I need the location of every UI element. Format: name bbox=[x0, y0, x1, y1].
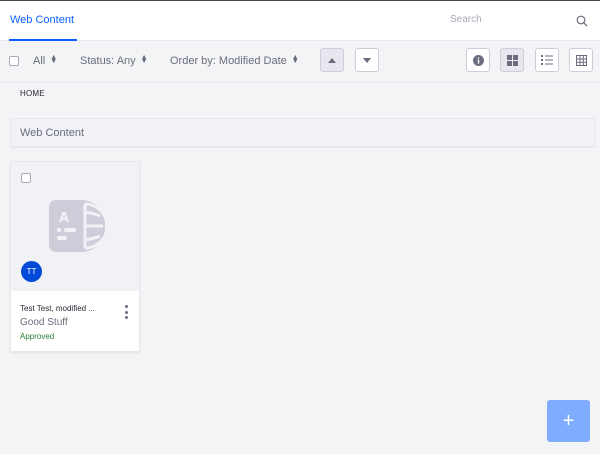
web-content-icon: A bbox=[49, 200, 105, 252]
sort-caret-icon: ▲ ▼ bbox=[50, 54, 58, 65]
select-all-dropdown[interactable]: All ▲ ▼ bbox=[33, 54, 58, 67]
avatar: TT bbox=[21, 261, 42, 282]
status-filter-dropdown[interactable]: Status: Any ▲ ▼ bbox=[80, 54, 148, 67]
caret-down-icon bbox=[363, 57, 371, 63]
web-content-card[interactable]: A TT Test Test, modified ... Good Stuff … bbox=[10, 161, 140, 352]
status-filter-label: Status: Any bbox=[80, 55, 136, 67]
info-button[interactable] bbox=[466, 48, 490, 72]
caret-up-icon bbox=[328, 57, 336, 63]
select-all-checkbox[interactable] bbox=[9, 56, 19, 66]
add-button[interactable]: + bbox=[547, 400, 590, 442]
cards-view-icon bbox=[506, 54, 518, 66]
card-image: A TT bbox=[11, 162, 139, 291]
order-by-label: Order by: Modified Date bbox=[170, 55, 287, 67]
card-checkbox[interactable] bbox=[21, 173, 31, 183]
kebab-menu-icon[interactable] bbox=[122, 305, 130, 319]
tab-web-content[interactable]: Web Content bbox=[9, 1, 78, 41]
search-input[interactable]: Search bbox=[450, 14, 482, 25]
table-view-button[interactable] bbox=[569, 48, 593, 72]
cards-view-button[interactable] bbox=[500, 48, 524, 72]
select-all-label: All bbox=[33, 55, 46, 67]
order-by-dropdown[interactable]: Order by: Modified Date ▲ ▼ bbox=[170, 54, 299, 67]
card-title[interactable]: Test Test, modified ... bbox=[20, 304, 108, 313]
list-view-icon bbox=[541, 55, 553, 65]
sort-caret-icon: ▲ ▼ bbox=[140, 54, 148, 65]
card-subtitle: Good Stuff bbox=[20, 317, 68, 328]
list-view-button[interactable] bbox=[535, 48, 559, 72]
breadcrumb-home[interactable]: HOME bbox=[20, 89, 45, 98]
section-title: Web Content bbox=[20, 127, 85, 139]
section-header: Web Content bbox=[10, 118, 595, 147]
status-badge: Approved bbox=[20, 332, 55, 341]
svg-text:A: A bbox=[59, 211, 69, 226]
search-icon[interactable] bbox=[576, 15, 588, 27]
sort-ascending-button[interactable] bbox=[320, 48, 344, 72]
sort-descending-button[interactable] bbox=[355, 48, 379, 72]
sort-caret-icon: ▲ ▼ bbox=[291, 54, 299, 65]
navigation-bar: Web Content Search bbox=[0, 0, 600, 41]
table-view-icon bbox=[575, 54, 587, 66]
management-toolbar: All ▲ ▼ Status: Any ▲ ▼ Order by: Modified D… bbox=[0, 41, 600, 83]
info-icon bbox=[472, 54, 484, 66]
